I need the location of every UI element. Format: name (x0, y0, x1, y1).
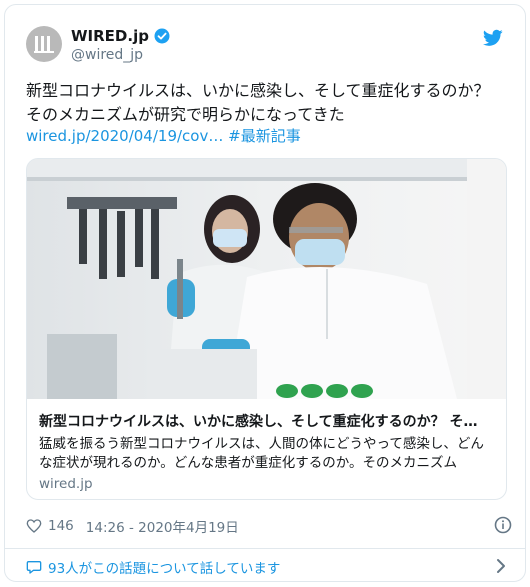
author-info[interactable]: WIRED.jp @wired_jp (71, 27, 170, 63)
timestamp[interactable]: 14:26 - 2020年4月19日 (86, 516, 239, 536)
card-domain: wired.jp (39, 476, 93, 492)
card-title[interactable]: 新型コロナウイルスは、いかに感染し、そして重症化するのか？ そ… (39, 411, 497, 431)
lab-researchers-photo[interactable] (27, 159, 506, 399)
info-icon[interactable] (494, 516, 512, 534)
display-name[interactable]: WIRED.jp (71, 27, 149, 45)
tweet-text: 新型コロナウイルスは、いかに感染し、そして重症化するのか？ そのメカニズムが研究… (26, 79, 512, 127)
conversation-link[interactable]: 93人がこの話題について話しています (26, 557, 512, 577)
tweet-links: wired.jp/2020/04/19/cov… #最新記事 (26, 125, 301, 146)
tweet-meta: 146 14:26 - 2020年4月19日 (26, 516, 512, 536)
speech-bubble-icon (26, 559, 42, 575)
divider (5, 548, 525, 549)
chevron-right-icon[interactable] (494, 558, 508, 574)
user-handle[interactable]: @wired_jp (71, 47, 170, 63)
hashtag-link[interactable]: #最新記事 (228, 127, 301, 145)
conversation-label[interactable]: 93人がこの話題について話しています (48, 557, 280, 577)
card-description: 猛威を振るう新型コロナウイルスは、人間の体にどうやって感染し、どんな症状が現れる… (39, 436, 484, 471)
heart-icon[interactable] (26, 518, 42, 534)
twitter-bird-icon[interactable] (483, 29, 503, 47)
tweet-text-line: そのメカニズムが研究で明らかになってきた (26, 105, 345, 124)
link-card[interactable]: 新型コロナウイルスは、いかに感染し、そして重症化するのか？ そ… 猛威を振るう新… (26, 158, 507, 500)
article-link[interactable]: wired.jp/2020/04/19/cov… (26, 127, 223, 145)
embedded-tweet: WIRED.jp @wired_jp 新型コロナウイルスは、いかに感染し、そして… (4, 4, 526, 582)
tweet-text-line: 新型コロナウイルスは、いかに感染し、そして重症化するのか？ (26, 81, 490, 100)
wired-logo-icon[interactable] (26, 26, 62, 62)
like-count[interactable]: 146 (48, 518, 74, 534)
verified-badge-icon (154, 28, 170, 44)
